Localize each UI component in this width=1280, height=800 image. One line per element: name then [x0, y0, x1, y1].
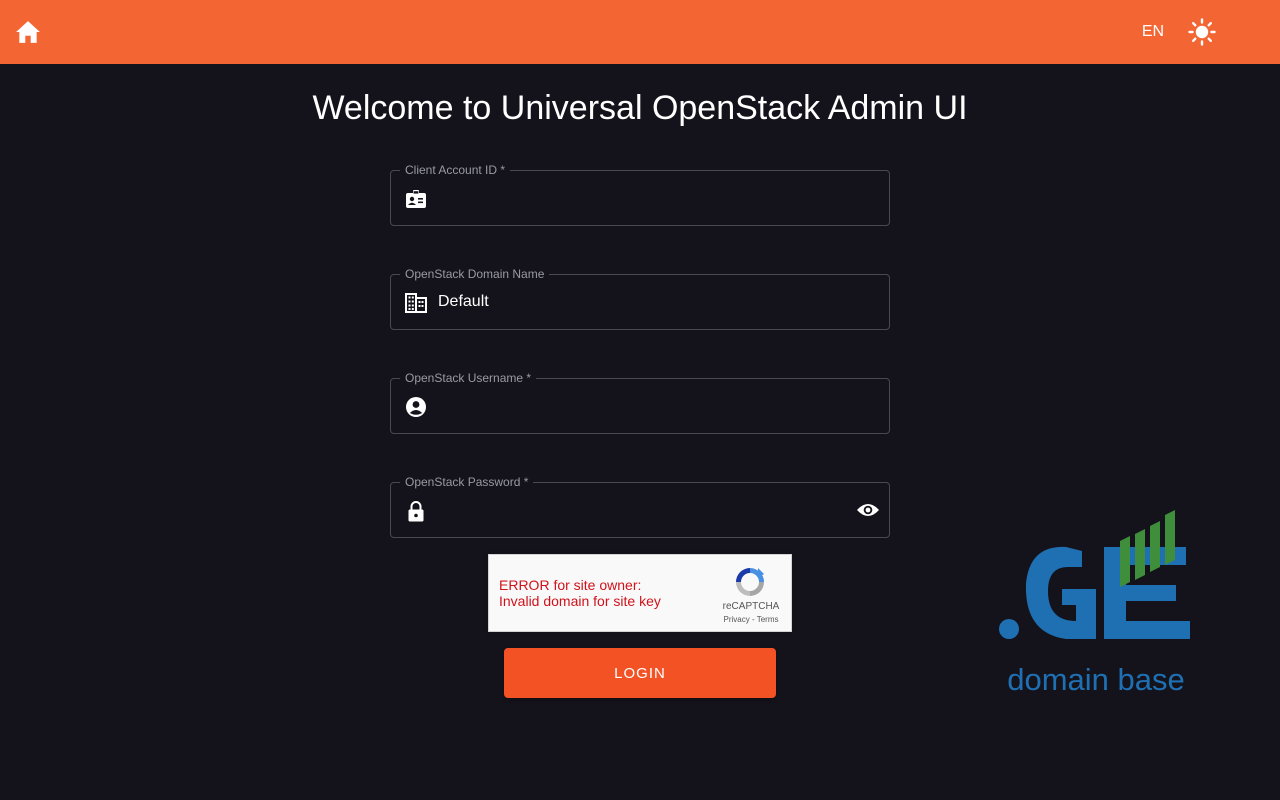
recaptcha-privacy-link[interactable]: Privacy — [724, 615, 750, 624]
ge-domain-base-logo: domain base — [999, 510, 1190, 697]
app-bar: EN — [0, 0, 1280, 64]
login-button[interactable]: LOGIN — [504, 648, 776, 698]
domain-name-field[interactable]: OpenStack Domain Name — [390, 267, 890, 330]
theme-toggle-button[interactable] — [1186, 16, 1218, 48]
eye-icon — [857, 504, 879, 516]
client-account-id-field[interactable]: Client Account ID * — [390, 163, 890, 226]
username-input[interactable] — [436, 379, 836, 433]
recaptcha-error-message: ERROR for site owner: Invalid domain for… — [499, 577, 661, 609]
sun-icon — [1188, 18, 1216, 46]
home-button[interactable] — [12, 16, 44, 48]
recaptcha-links: Privacy - Terms — [711, 615, 791, 624]
username-field[interactable]: OpenStack Username * — [390, 371, 890, 434]
client-account-id-input[interactable] — [436, 171, 836, 225]
password-field[interactable]: OpenStack Password * — [390, 475, 890, 538]
lock-icon — [405, 500, 427, 522]
building-icon — [405, 292, 427, 314]
recaptcha-logo-icon — [736, 568, 764, 596]
home-icon — [16, 21, 40, 43]
recaptcha-separator: - — [751, 615, 755, 624]
password-input[interactable] — [436, 483, 836, 537]
page-title: Welcome to Universal OpenStack Admin UI — [312, 89, 968, 127]
logo-text: domain base — [1007, 662, 1185, 697]
toggle-password-visibility-button[interactable] — [855, 498, 881, 522]
account-circle-icon — [405, 396, 427, 418]
recaptcha-widget[interactable]: ERROR for site owner: Invalid domain for… — [488, 554, 792, 632]
recaptcha-brand-text: reCAPTCHA — [722, 601, 780, 612]
recaptcha-terms-link[interactable]: Terms — [757, 615, 779, 624]
badge-icon — [405, 188, 427, 210]
language-selector[interactable]: EN — [1132, 20, 1174, 44]
domain-name-input[interactable] — [436, 275, 836, 329]
